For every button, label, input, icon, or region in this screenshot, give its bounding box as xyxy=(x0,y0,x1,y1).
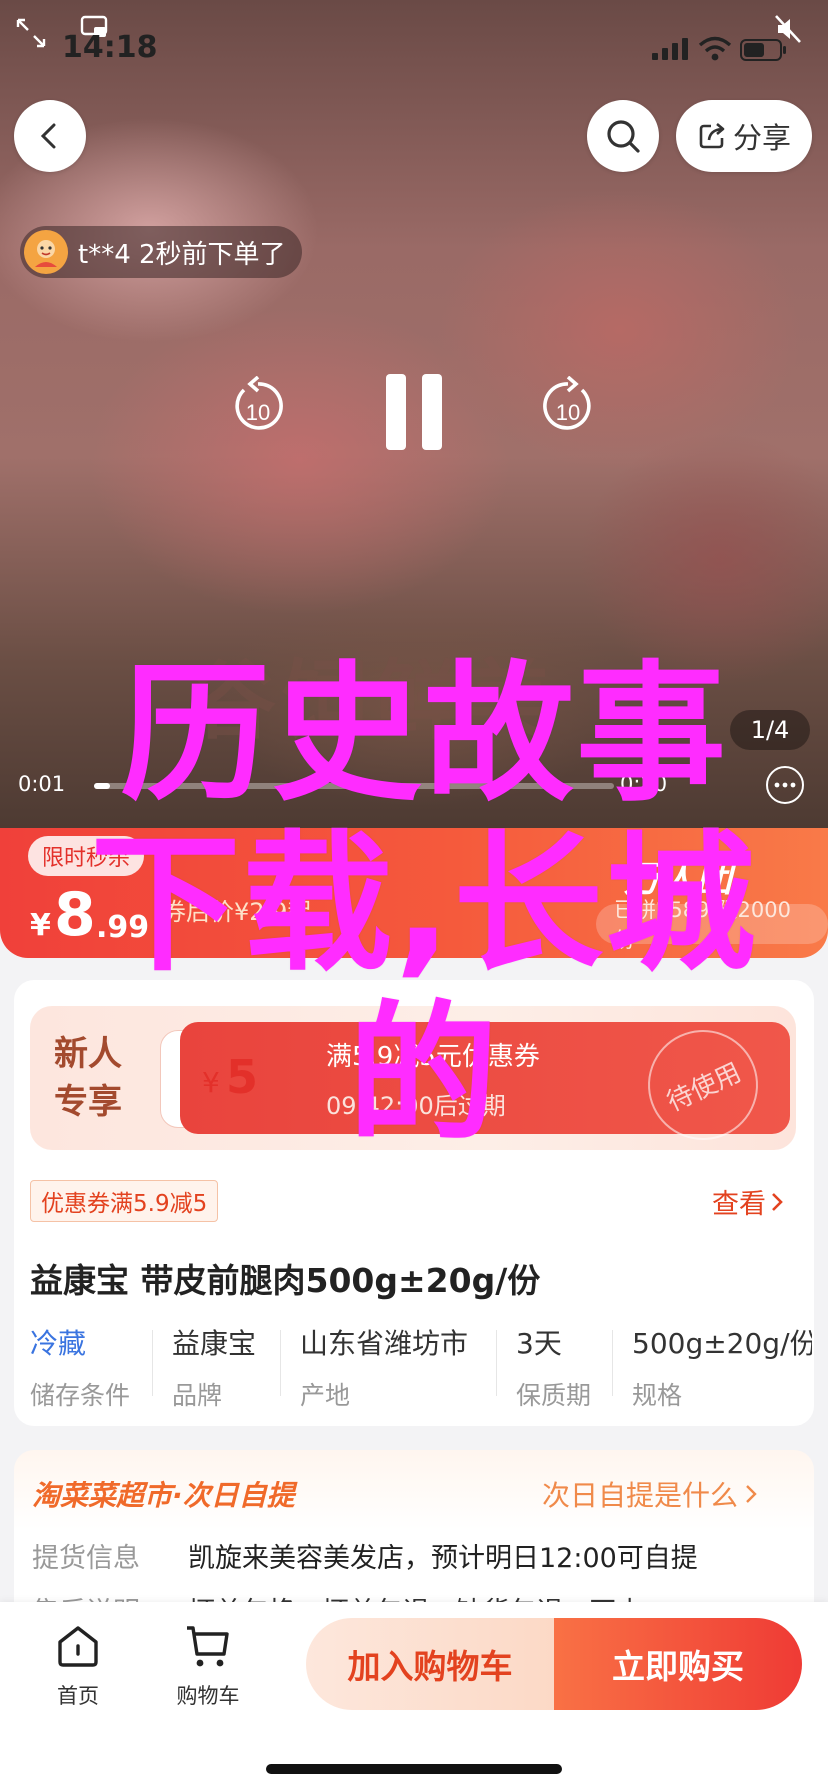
home-icon xyxy=(58,1626,98,1667)
coupon-currency: ¥ xyxy=(202,1066,220,1099)
price-integer: 8 xyxy=(54,880,96,950)
price-currency: ¥ xyxy=(30,908,51,943)
pickup-info-value: 凯旋来美容美发店，预计明日12:00可自提 xyxy=(188,1543,698,1574)
video-watermark: 谷饲鲜美 xyxy=(190,651,558,751)
spec-value: 3天 xyxy=(516,1327,562,1360)
video-progress-fill xyxy=(94,783,110,789)
share-icon xyxy=(699,123,725,149)
pickup-help-link[interactable]: 次日自提是什么 xyxy=(542,1474,758,1514)
spec-key: 品牌 xyxy=(172,1381,223,1410)
battery-icon xyxy=(740,39,786,61)
coupon-amount: 5 xyxy=(226,1050,259,1104)
coupon-countdown: 09:42:00后过期 xyxy=(326,1092,506,1120)
spec-value: 500g±20g/份 xyxy=(632,1327,812,1360)
tab-cart-label: 购物车 xyxy=(176,1684,240,1708)
spec-brand: 益康宝 品牌 xyxy=(172,1322,256,1412)
spec-shelf-life: 3天 保质期 xyxy=(516,1322,591,1412)
spec-divider xyxy=(152,1330,153,1396)
coupon-title: 满5.9减5元优惠券 xyxy=(326,1042,540,1072)
product-title: 益康宝 带皮前腿肉500g±20g/份 xyxy=(30,1261,541,1300)
home-indicator xyxy=(266,1764,562,1774)
forward-seconds: 10 xyxy=(556,400,580,425)
share-button[interactable]: 分享 xyxy=(676,100,812,172)
pickup-help-label: 次日自提是什么 xyxy=(542,1479,739,1512)
spec-divider xyxy=(280,1330,281,1396)
wifi-icon xyxy=(698,36,732,61)
spec-key: 规格 xyxy=(632,1381,683,1410)
collapse-icon[interactable] xyxy=(14,16,48,50)
newbie-label: 新人专享 xyxy=(54,1034,122,1122)
spec-value: 冷藏 xyxy=(30,1327,87,1360)
rewind-seconds: 10 xyxy=(246,400,270,425)
tab-cart[interactable]: 购物车 xyxy=(168,1622,248,1710)
chevron-right-icon xyxy=(746,1485,757,1503)
spec-value: 山东省潍坊市 xyxy=(300,1327,469,1360)
spec-divider xyxy=(496,1330,497,1396)
avatar xyxy=(24,230,68,274)
group-buy-stats: 已拼2589/限2000份 xyxy=(596,898,828,952)
search-button[interactable] xyxy=(587,100,659,172)
forward-10-icon[interactable]: 10 xyxy=(540,376,596,436)
view-link-label: 查看 xyxy=(712,1189,766,1220)
spec-divider xyxy=(612,1330,613,1396)
more-dots-icon xyxy=(774,782,796,788)
spec-key: 保质期 xyxy=(516,1381,592,1410)
flash-sale-tag: 限时秒杀 xyxy=(28,836,145,876)
spec-key: 产地 xyxy=(300,1381,351,1410)
after-coupon-price: 券后价¥2.9起 xyxy=(162,898,312,926)
tab-home[interactable]: 首页 xyxy=(38,1622,118,1710)
spec-size: 500g±20g/份 规格 xyxy=(632,1322,812,1412)
signal-icon xyxy=(652,38,688,60)
spec-value: 益康宝 xyxy=(172,1327,257,1360)
back-button[interactable] xyxy=(14,100,86,172)
video-progress-track[interactable] xyxy=(94,783,614,789)
status-time: 14:18 xyxy=(62,30,158,65)
video-total-time: 0:20 xyxy=(620,772,668,796)
spec-key: 储存条件 xyxy=(30,1381,131,1410)
price-decimal: .99 xyxy=(96,910,150,945)
pickup-info-label: 提货信息 xyxy=(32,1543,140,1574)
spec-origin: 山东省潍坊市 产地 xyxy=(300,1322,468,1412)
cart-icon xyxy=(187,1626,229,1667)
user-avatar-icon xyxy=(35,240,57,267)
add-to-cart-button[interactable]: 加入购物车 xyxy=(306,1618,554,1710)
chevron-right-icon xyxy=(772,1192,783,1211)
notice-text: t**4 2秒前下单了 xyxy=(78,239,286,270)
video-current-time: 0:01 xyxy=(18,772,66,796)
rewind-10-icon[interactable]: 10 xyxy=(230,376,286,436)
search-icon xyxy=(607,120,640,153)
coupon-tag[interactable]: 优惠券满5.9减5 xyxy=(30,1180,219,1222)
order-notice: t**4 2秒前下单了 xyxy=(20,226,302,278)
share-label: 分享 xyxy=(732,121,791,155)
view-coupons-link[interactable]: 查看 xyxy=(712,1182,784,1221)
pickup-title: 淘菜菜超市·次日自提 xyxy=(32,1479,295,1512)
more-button[interactable] xyxy=(766,766,804,804)
media-page-counter: 1/4 xyxy=(730,710,810,750)
pause-icon[interactable] xyxy=(384,372,444,452)
tab-home-label: 首页 xyxy=(57,1684,99,1708)
buy-now-button[interactable]: 立即购买 xyxy=(554,1618,802,1710)
spec-storage: 冷藏 储存条件 xyxy=(30,1322,130,1412)
chevron-left-icon xyxy=(40,123,56,149)
